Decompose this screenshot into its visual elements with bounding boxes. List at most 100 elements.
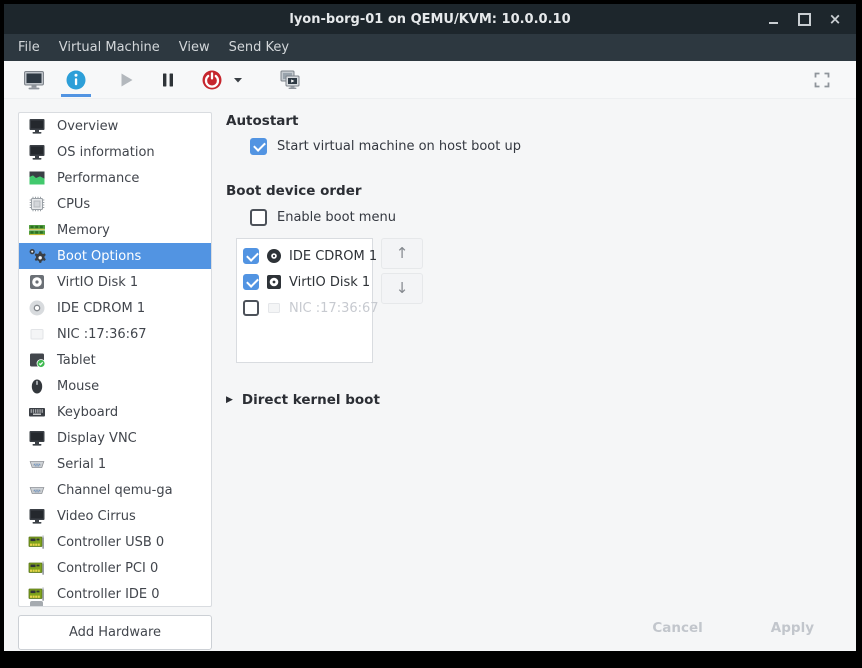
sidebar-item-label: Channel qemu-ga (57, 483, 173, 498)
monitor-icon (27, 506, 47, 526)
sidebar-item-tablet[interactable]: Tablet (19, 347, 211, 373)
shutdown-menu-button[interactable] (228, 64, 248, 96)
mouse-icon (27, 376, 47, 396)
menu-send-key[interactable]: Send Key (229, 40, 289, 55)
menu-virtual-machine[interactable]: Virtual Machine (59, 40, 160, 55)
sidebar-item-label: Overview (57, 119, 118, 134)
window-title: lyon-borg-01 on QEMU/KVM: 10.0.0.10 (289, 12, 570, 27)
sidebar-item-label: Performance (57, 171, 139, 186)
serial-icon (27, 454, 47, 474)
nic-icon (27, 324, 47, 344)
sidebar-item-label: CPUs (57, 197, 90, 212)
sidebar-item-label: Mouse (57, 379, 99, 394)
sidebar-item-label: Display VNC (57, 431, 137, 446)
fullscreen-button[interactable] (806, 64, 838, 96)
disk-dark-icon (265, 273, 283, 291)
autostart-row: Start virtual machine on host boot up (250, 138, 856, 155)
sidebar-item-display-vnc[interactable]: Display VNC (19, 425, 211, 451)
pcicard-icon (27, 532, 47, 552)
boot-device-checkbox[interactable] (243, 300, 259, 316)
boot-device-checkbox[interactable] (243, 248, 259, 264)
sidebar-item-label: Keyboard (57, 405, 118, 420)
menu-file[interactable]: File (18, 40, 40, 55)
sidebar-item-keyboard[interactable]: Keyboard (19, 399, 211, 425)
sidebar-item-controller-ide-0[interactable]: Controller IDE 0 (19, 581, 211, 607)
direct-kernel-boot-expander[interactable]: ▶ Direct kernel boot (226, 392, 856, 408)
cdrom-icon (27, 298, 47, 318)
monitor-icon (27, 142, 47, 162)
gear-icon (27, 246, 47, 266)
details-button[interactable] (60, 64, 92, 96)
sidebar-item-performance[interactable]: Performance (19, 165, 211, 191)
sidebar-item-cpus[interactable]: CPUs (19, 191, 211, 217)
sidebar-item-video-cirrus[interactable]: Video Cirrus (19, 503, 211, 529)
run-button[interactable] (110, 64, 142, 96)
window-controls (766, 4, 842, 34)
virt-manager-window: lyon-borg-01 on QEMU/KVM: 10.0.0.10 File… (4, 4, 856, 651)
add-hardware-button[interactable]: Add Hardware (18, 615, 212, 650)
sidebar-item-label: OS information (57, 145, 155, 160)
maximize-icon[interactable] (797, 12, 811, 26)
window-frame: lyon-borg-01 on QEMU/KVM: 10.0.0.10 File… (0, 0, 862, 668)
sidebar-item-os-information[interactable]: OS information (19, 139, 211, 165)
enable-boot-menu-checkbox[interactable] (250, 209, 267, 226)
sidebar-item-controller-pci-0[interactable]: Controller PCI 0 (19, 555, 211, 581)
sidebar-item-virtio-disk-1[interactable]: VirtIO Disk 1 (19, 269, 211, 295)
sidebar-item-overview[interactable]: Overview (19, 113, 211, 139)
boot-device-row[interactable]: VirtIO Disk 1 (237, 269, 372, 295)
sidebar-item-label: Video Cirrus (57, 509, 136, 524)
nic-pale-icon (265, 299, 283, 317)
boot-order-title: Boot device order (226, 183, 856, 199)
sidebar-item-label: VirtIO Disk 1 (57, 275, 138, 290)
boot-device-checkbox[interactable] (243, 274, 259, 290)
cancel-button[interactable]: Cancel (646, 619, 708, 637)
toolbar (4, 61, 856, 99)
sidebar-item-ide-cdrom-1[interactable]: IDE CDROM 1 (19, 295, 211, 321)
sidebar-item-mouse[interactable]: Mouse (19, 373, 211, 399)
autostart-checkbox[interactable] (250, 138, 267, 155)
monitor-icon (27, 116, 47, 136)
boot-move-buttons: ↑ ↓ (381, 238, 423, 304)
shutdown-button[interactable] (196, 64, 228, 96)
menu-view[interactable]: View (179, 40, 210, 55)
info-icon (64, 68, 88, 92)
sidebar-item-memory[interactable]: Memory (19, 217, 211, 243)
cdrom-dark-icon (265, 247, 283, 265)
direct-kernel-boot-title: Direct kernel boot (242, 392, 380, 408)
sidebar-item-channel-qemu-ga[interactable]: Channel qemu-ga (19, 477, 211, 503)
move-down-button[interactable]: ↓ (381, 273, 423, 304)
caret-down-icon (230, 72, 246, 88)
play-icon (114, 68, 138, 92)
close-icon[interactable] (828, 12, 842, 26)
sidebar-item-serial-1[interactable]: Serial 1 (19, 451, 211, 477)
boot-device-row[interactable]: NIC :17:36:67 (237, 295, 372, 321)
sidebar-item-label: Serial 1 (57, 457, 106, 472)
monitor-icon (27, 428, 47, 448)
pcicard-icon (27, 558, 47, 578)
sidebar-item-label: NIC :17:36:67 (57, 327, 147, 342)
fullscreen-icon (812, 70, 832, 90)
pause-icon (156, 68, 180, 92)
sidebar-item-controller-usb-0[interactable]: Controller USB 0 (19, 529, 211, 555)
boot-device-area: IDE CDROM 1VirtIO Disk 1NIC :17:36:67 ↑ … (236, 238, 856, 363)
boot-device-row[interactable]: IDE CDROM 1 (237, 243, 372, 269)
enable-boot-menu-row: Enable boot menu (250, 209, 856, 226)
apply-button[interactable]: Apply (765, 619, 820, 637)
keyboard-icon (27, 402, 47, 422)
pause-button[interactable] (152, 64, 184, 96)
boot-device-label: IDE CDROM 1 (289, 249, 377, 264)
tablet-icon (27, 350, 47, 370)
sidebar-item-nic-17-36-67[interactable]: NIC :17:36:67 (19, 321, 211, 347)
sidebar-item-label: IDE CDROM 1 (57, 301, 145, 316)
titlebar: lyon-borg-01 on QEMU/KVM: 10.0.0.10 (4, 4, 856, 34)
boot-options-panel: Autostart Start virtual machine on host … (212, 99, 856, 651)
move-up-button[interactable]: ↑ (381, 238, 423, 269)
sidebar-item-label: Memory (57, 223, 110, 238)
console-switch-button[interactable] (274, 64, 306, 96)
sidebar-item-label: Tablet (57, 353, 96, 368)
power-icon (200, 68, 224, 92)
hardware-sidebar: Overview OS information Performance CPUs Mem… (4, 99, 212, 651)
minimize-icon[interactable] (766, 12, 780, 26)
console-button[interactable] (18, 64, 50, 96)
sidebar-item-boot-options[interactable]: Boot Options (19, 243, 211, 269)
